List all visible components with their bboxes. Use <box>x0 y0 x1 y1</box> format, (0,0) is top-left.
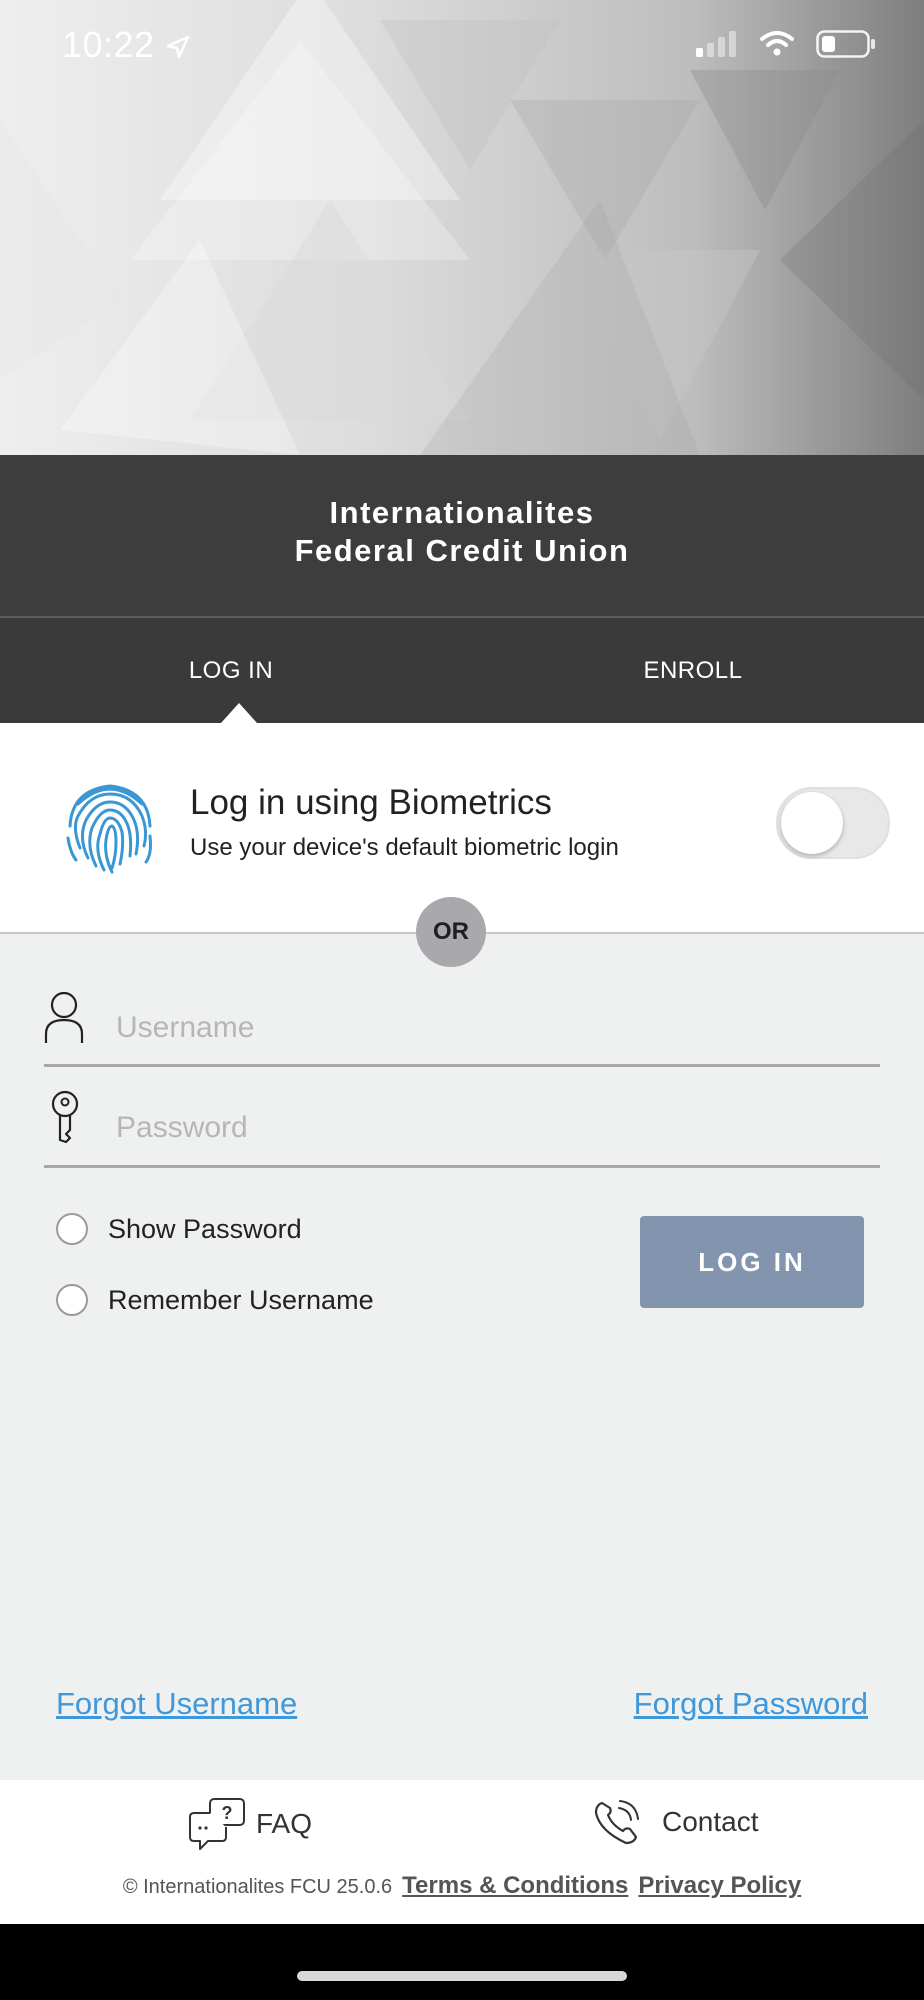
legal-row: © Internationalites FCU 25.0.6 Terms & C… <box>0 1872 924 1900</box>
biometrics-subtitle: Use your device's default biometric logi… <box>190 834 619 861</box>
brand-line-2: Federal Credit Union <box>294 533 630 568</box>
active-tab-indicator <box>221 703 257 723</box>
show-password-option[interactable]: Show Password <box>56 1213 302 1245</box>
remember-username-radio[interactable] <box>56 1284 88 1316</box>
privacy-link[interactable]: Privacy Policy <box>638 1872 801 1900</box>
status-time: 10:22 <box>62 24 155 65</box>
battery-icon <box>816 30 875 58</box>
copyright-text: © Internationalites FCU 25.0.6 <box>122 1876 393 1898</box>
show-password-radio[interactable] <box>56 1213 88 1245</box>
cellular-signal-icon <box>696 31 736 57</box>
forgot-username-link[interactable]: Forgot Username <box>56 1686 297 1722</box>
fingerprint-icon <box>66 784 152 874</box>
triangle-pattern <box>0 0 924 455</box>
username-input[interactable] <box>116 1000 876 1056</box>
or-badge: OR <box>416 897 486 967</box>
key-icon <box>51 1090 79 1144</box>
show-password-label: Show Password <box>108 1213 302 1244</box>
toggle-knob <box>781 792 843 854</box>
username-underline <box>44 1064 880 1067</box>
password-underline <box>44 1165 880 1168</box>
forgot-password-link[interactable]: Forgot Password <box>634 1686 868 1722</box>
password-input[interactable] <box>116 1100 876 1156</box>
remember-username-label: Remember Username <box>108 1284 374 1315</box>
faq-chat-icon: ? <box>189 1798 245 1850</box>
svg-text:?: ? <box>222 1803 233 1823</box>
system-home-area <box>0 1924 924 2000</box>
biometrics-toggle[interactable] <box>776 787 890 859</box>
header-background <box>0 0 924 455</box>
contact-link[interactable]: Contact <box>592 1797 759 1847</box>
phone-icon <box>594 1800 639 1845</box>
location-arrow-icon <box>166 35 190 59</box>
user-icon <box>44 991 84 1043</box>
home-indicator[interactable] <box>297 1971 627 1981</box>
wifi-icon <box>760 31 794 56</box>
login-button[interactable]: LOG IN <box>640 1216 864 1308</box>
faq-link[interactable]: ? FAQ <box>188 1797 312 1851</box>
brand-line-1: Internationalites <box>329 495 595 530</box>
tab-enroll[interactable]: ENROLL <box>462 618 924 723</box>
terms-link[interactable]: Terms & Conditions <box>402 1872 628 1900</box>
auth-tabs: LOG IN ENROLL <box>0 618 924 723</box>
biometrics-title: Log in using Biometrics <box>190 783 552 822</box>
status-indicators <box>696 30 876 58</box>
contact-label: Contact <box>662 1806 759 1837</box>
login-form-area <box>0 934 924 1780</box>
faq-label: FAQ <box>256 1808 313 1839</box>
remember-username-option[interactable]: Remember Username <box>56 1284 374 1316</box>
footer <box>0 1780 924 1924</box>
brand-logo-text: Internationalites Federal Credit Union <box>0 494 924 570</box>
